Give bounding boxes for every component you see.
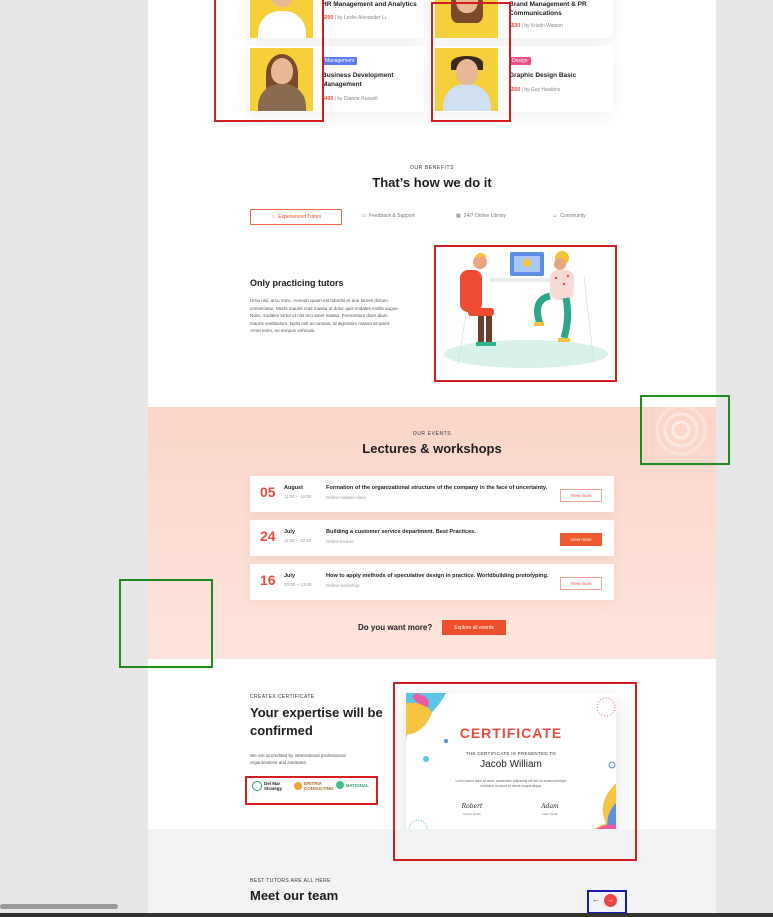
- benefit-title: Only practicing tutors: [250, 278, 344, 288]
- course-title: HR Management and Analytics: [322, 1, 417, 8]
- event-day: 05: [260, 484, 276, 500]
- horizontal-scrollbar[interactable]: [0, 904, 118, 909]
- view-more-button[interactable]: View more: [560, 489, 602, 502]
- tab-feedback-support[interactable]: ▭ Feedback & Support: [348, 209, 428, 223]
- benefit-body: Urna nisi, arcu nunc. Aenean quam est lo…: [250, 298, 400, 333]
- certificate-heading: Your expertise will be confirmed: [250, 705, 383, 738]
- event-place: Online workshop: [326, 583, 360, 588]
- event-row[interactable]: 24 July 11:00 – 12:30 Building a custome…: [250, 520, 614, 556]
- event-title: Building a customer service department. …: [326, 529, 476, 535]
- event-place: Online master-class: [326, 495, 366, 500]
- benefits-heading: That’s how we do it: [372, 175, 492, 190]
- team-heading: Meet our team: [250, 888, 339, 903]
- event-row[interactable]: 16 July 10:00 – 13:00 How to apply metho…: [250, 564, 614, 600]
- course-meta: $400 | by Dianne Russell: [322, 96, 378, 102]
- event-day: 24: [260, 528, 276, 544]
- highlight-box: [431, 2, 511, 122]
- event-day: 16: [260, 572, 276, 588]
- course-meta: $200 | by Leslie Alexander Li.: [322, 15, 388, 21]
- course-title: Brand Management & PR Communications: [509, 1, 587, 17]
- benefits-eyebrow: OUR BENEFITS: [409, 165, 455, 171]
- view-more-button[interactable]: View more: [560, 577, 602, 590]
- taskbar-strip: [0, 913, 773, 917]
- tab-community[interactable]: ☺ Community: [534, 209, 604, 223]
- chat-icon: ▭: [361, 213, 367, 219]
- event-place: Online lecture: [326, 539, 354, 544]
- event-month: August: [284, 485, 303, 491]
- library-icon: ▦: [456, 213, 461, 219]
- course-tag: Design: [509, 57, 531, 65]
- explore-events-button[interactable]: Explore all events: [442, 620, 506, 635]
- highlight-box: [434, 245, 617, 382]
- course-title: Business Development Management: [322, 72, 394, 88]
- event-title: How to apply methods of speculative desi…: [326, 573, 549, 579]
- highlight-box: [640, 395, 730, 465]
- event-time: 10:00 – 13:00: [284, 582, 312, 587]
- event-time: 11:00 – 12:30: [284, 538, 312, 543]
- event-row[interactable]: 05 August 11:00 – 14:00 Formation of the…: [250, 476, 614, 512]
- highlight-box: [119, 579, 213, 668]
- event-month: July: [284, 529, 296, 535]
- events-heading: Lectures & workshops: [362, 441, 502, 456]
- tab-online-library[interactable]: ▦ 24/7 Online Library: [440, 209, 522, 223]
- certificate-eyebrow: CREATEX CERTIFICATE: [250, 694, 315, 700]
- certificate-description: We are accredited by international profe…: [250, 753, 346, 765]
- events-eyebrow: OUR EVENTS: [412, 431, 452, 437]
- event-month: July: [284, 573, 296, 579]
- more-events-text: Do you want more?: [358, 623, 433, 632]
- course-tag: Management: [322, 57, 358, 65]
- course-meta: $530 | by Kristin Watson: [509, 23, 563, 29]
- course-meta: $500 | by Guy Hawkins: [509, 87, 561, 93]
- event-title: Formation of the organizational structur…: [326, 485, 548, 491]
- course-title: Graphic Design Basic: [509, 72, 577, 79]
- view-more-button[interactable]: View more: [560, 533, 602, 546]
- team-eyebrow: BEST TUTORS ARE ALL HERE: [250, 878, 331, 884]
- tab-experienced-tutors[interactable]: ☆ Experienced Tutors: [250, 209, 342, 225]
- highlight-box: [393, 682, 637, 861]
- highlight-box: [214, 0, 324, 122]
- event-time: 11:00 – 14:00: [284, 494, 312, 499]
- highlight-box: [587, 890, 627, 914]
- star-icon: ☆: [270, 214, 276, 220]
- highlight-box: [245, 776, 378, 805]
- community-icon: ☺: [552, 213, 558, 219]
